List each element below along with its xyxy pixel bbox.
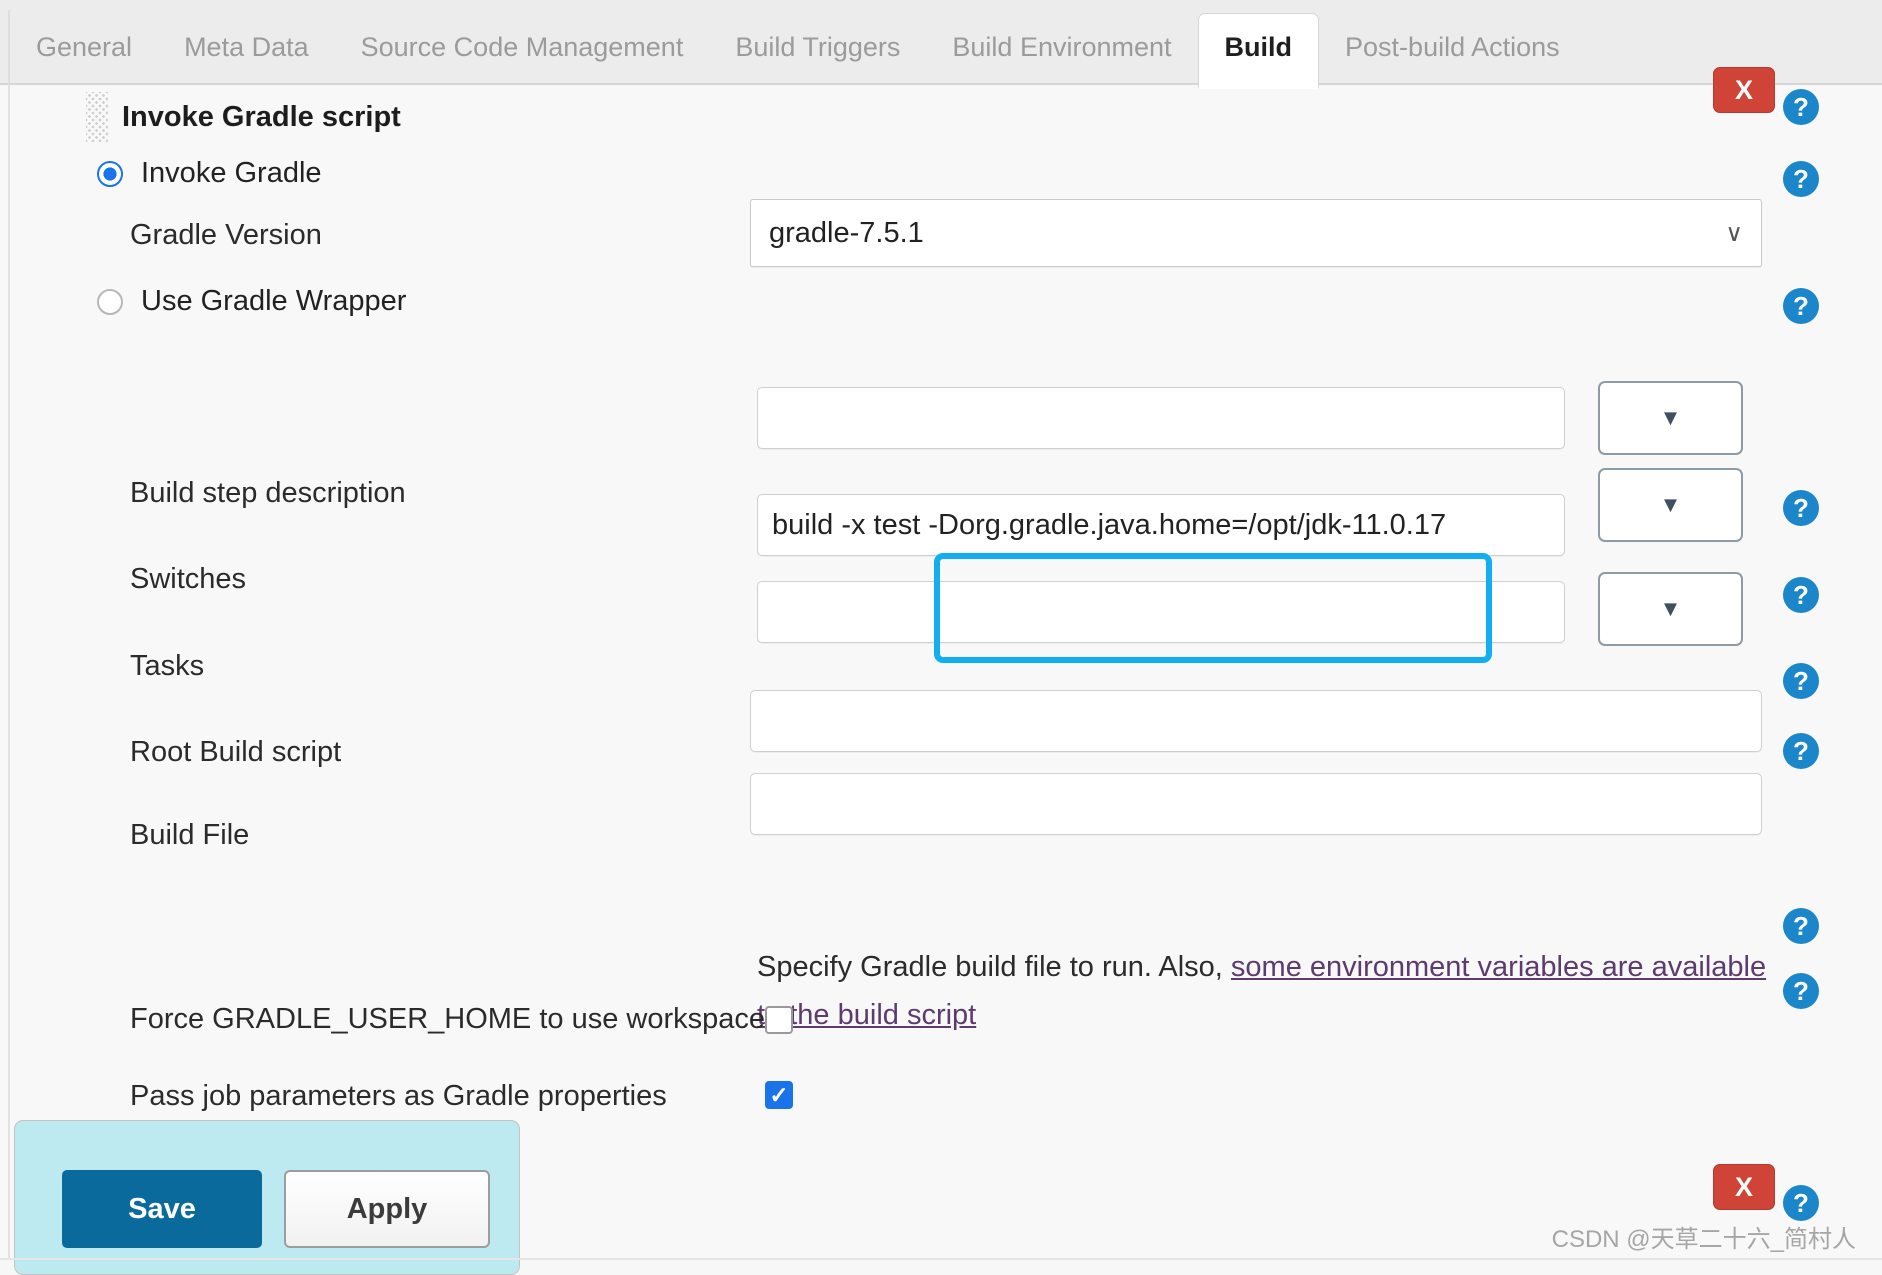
input-build-step-description[interactable] <box>757 387 1565 449</box>
builder-header: Invoke Gradle script <box>86 92 401 142</box>
watermark: CSDN @天草二十六_简村人 <box>1551 1226 1856 1253</box>
tab-build-triggers[interactable]: Build Triggers <box>709 34 926 87</box>
build-step-panel: Invoke Gradle script X X ? ? ? ? ? ? ? ?… <box>0 67 1882 1260</box>
tab-strip: General Meta Data Source Code Management… <box>10 8 1586 89</box>
radio-label-invoke-gradle: Invoke Gradle <box>141 157 322 189</box>
checkbox-pass-job-parameters[interactable]: ✓ <box>765 1081 793 1109</box>
dropdown-button-switches[interactable]: ▼ <box>1598 468 1743 542</box>
builder-title: Invoke Gradle script <box>122 100 401 133</box>
tab-build-environment[interactable]: Build Environment <box>926 34 1197 87</box>
dropdown-button-build-step-description[interactable]: ▼ <box>1598 381 1743 455</box>
radio-label-use-gradle-wrapper: Use Gradle Wrapper <box>141 285 407 317</box>
drag-handle-icon[interactable] <box>86 92 108 142</box>
dropdown-button-tasks[interactable]: ▼ <box>1598 572 1743 646</box>
label-build-file: Build File <box>130 819 250 851</box>
help-icon-pass-job-parameters[interactable]: ? <box>1783 973 1819 1009</box>
label-switches: Switches <box>130 563 247 595</box>
tab-meta-data[interactable]: Meta Data <box>158 34 335 87</box>
help-icon-bottom[interactable]: ? <box>1783 1185 1819 1221</box>
label-gradle-version: Gradle Version <box>130 219 322 251</box>
delete-build-step-button-top[interactable]: X <box>1713 67 1775 113</box>
chevron-down-icon: ∨ <box>1725 219 1743 247</box>
label-force-gradle-user-home: Force GRADLE_USER_HOME to use workspace <box>130 1003 765 1035</box>
help-icon-invoke-gradle[interactable]: ? <box>1783 161 1819 197</box>
help-icon-build-file[interactable]: ? <box>1783 733 1819 769</box>
label-root-build-script: Root Build script <box>130 736 342 768</box>
save-button[interactable]: Save <box>62 1170 262 1248</box>
delete-build-step-button-bottom[interactable]: X <box>1713 1164 1775 1210</box>
tab-bar: General Meta Data Source Code Management… <box>0 0 1882 89</box>
select-gradle-version-value: gradle-7.5.1 <box>769 216 924 249</box>
help-icon-use-gradle-wrapper[interactable]: ? <box>1783 288 1819 324</box>
input-switches[interactable]: build -x test -Dorg.gradle.java.home=/op… <box>757 494 1565 556</box>
radio-invoke-gradle[interactable] <box>97 160 123 187</box>
radio-row-use-gradle-wrapper[interactable]: Use Gradle Wrapper <box>97 285 406 318</box>
tab-post-build-actions[interactable]: Post-build Actions <box>1319 34 1586 87</box>
radio-row-invoke-gradle[interactable]: Invoke Gradle <box>97 157 322 190</box>
label-pass-job-parameters: Pass job parameters as Gradle properties <box>130 1080 667 1112</box>
help-icon-root-build-script[interactable]: ? <box>1783 663 1819 699</box>
checkbox-force-gradle-user-home[interactable] <box>765 1006 793 1034</box>
tab-build[interactable]: Build <box>1197 13 1320 89</box>
apply-button[interactable]: Apply <box>284 1170 490 1248</box>
tab-general[interactable]: General <box>10 34 158 87</box>
help-icon-force-gradle-user-home[interactable]: ? <box>1783 908 1819 944</box>
input-build-file[interactable] <box>750 773 1762 835</box>
panel-left-rule <box>8 85 10 1260</box>
select-gradle-version[interactable]: gradle-7.5.1 ∨ <box>750 199 1762 267</box>
help-icon-switches[interactable]: ? <box>1783 490 1819 526</box>
tab-source-code-management[interactable]: Source Code Management <box>335 34 710 87</box>
build-file-help-prefix: Specify Gradle build file to run. Also, <box>757 951 1231 983</box>
help-icon-tasks[interactable]: ? <box>1783 577 1819 613</box>
input-root-build-script[interactable] <box>750 690 1762 752</box>
label-tasks: Tasks <box>130 650 205 682</box>
help-icon-build-step[interactable]: ? <box>1783 89 1819 125</box>
label-build-step-description: Build step description <box>130 477 406 509</box>
radio-use-gradle-wrapper[interactable] <box>97 288 123 315</box>
input-tasks[interactable] <box>757 581 1565 643</box>
build-file-help-text: Specify Gradle build file to run. Also, … <box>757 943 1767 1039</box>
